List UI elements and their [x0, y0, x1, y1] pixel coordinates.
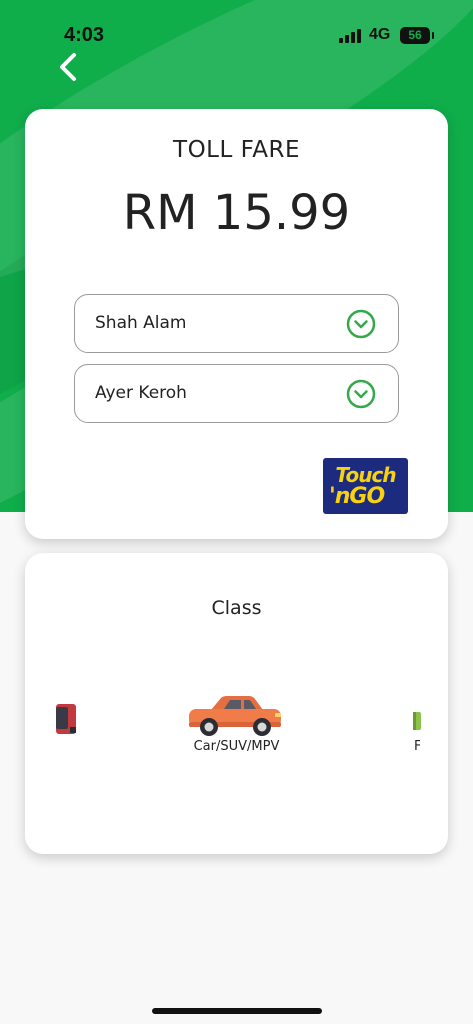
vehicle-label: Car/SUV/MPV — [193, 739, 280, 754]
fare-amount: RM 15.99 — [122, 185, 351, 241]
vehicle-option-next[interactable] — [411, 710, 421, 730]
class-card: Class Car/SUV/MPV F — [25, 553, 448, 854]
touch-n-go-logo: Touch 'nGO — [323, 458, 408, 514]
chevron-left-icon — [60, 53, 76, 81]
destination-value: Ayer Keroh — [95, 383, 187, 403]
logo-text-bottom: 'nGO — [329, 484, 385, 509]
battery-icon: 56 — [400, 27, 434, 44]
vehicle-label-next: F — [414, 739, 420, 754]
back-button[interactable] — [54, 50, 86, 84]
network-type: 4G — [369, 26, 391, 43]
home-indicator[interactable] — [152, 1008, 322, 1014]
destination-select[interactable]: Ayer Keroh — [74, 364, 399, 423]
vehicle-option-previous[interactable] — [53, 703, 77, 735]
fare-title: TOLL FARE — [173, 137, 300, 163]
fare-card: TOLL FARE RM 15.99 Shah Alam Ayer Keroh … — [25, 109, 448, 539]
signal-icon — [339, 29, 363, 43]
origin-select[interactable]: Shah Alam — [74, 294, 399, 353]
car-icon[interactable] — [185, 693, 285, 738]
screen: 4:03 4G 56 TOLL FARE RM 15.99 Shah Alam — [0, 0, 473, 1024]
chevron-down-circle-icon — [346, 309, 376, 339]
origin-value: Shah Alam — [95, 313, 187, 333]
class-title: Class — [211, 597, 262, 619]
status-time: 4:03 — [64, 24, 105, 46]
chevron-down-circle-icon — [346, 379, 376, 409]
status-bar: 4:03 4G 56 — [0, 18, 473, 54]
battery-level: 56 — [408, 28, 422, 42]
